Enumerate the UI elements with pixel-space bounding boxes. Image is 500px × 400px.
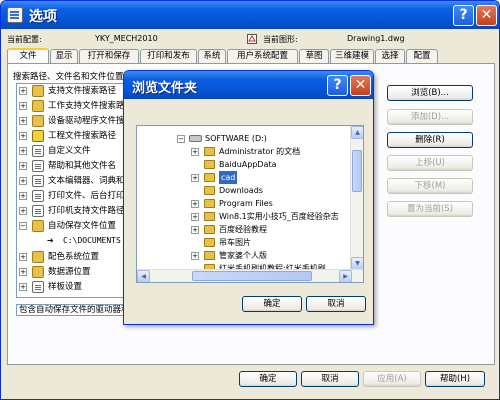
- expand-plus-icon[interactable]: +: [19, 102, 27, 110]
- expand-plus-icon[interactable]: +: [19, 207, 27, 215]
- search-path-label: 搜索路径、文件名和文件位置:: [13, 72, 127, 82]
- tab-profiles[interactable]: 配置: [406, 49, 438, 63]
- expand-plus-icon[interactable]: +: [191, 174, 199, 182]
- expand-plus-icon[interactable]: +: [19, 283, 27, 291]
- printer-file-icon: [32, 205, 44, 217]
- expand-plus-icon[interactable]: +: [19, 132, 27, 140]
- search-path-tree[interactable]: +支持文件搜索路径 +工作支持文件搜索路径 +设备驱动程序文件搜索路径 +工程文…: [16, 83, 128, 298]
- tab-strip: 文件 显示 打开和保存 打印和发布 系统 用户系统配置 草图 三维建模 选择 配…: [7, 48, 495, 63]
- expand-plus-icon[interactable]: +: [19, 268, 27, 276]
- drawing-value: Drawing1.dwg: [347, 34, 405, 43]
- document-icon: [32, 190, 44, 202]
- help-button[interactable]: 帮助(H): [425, 371, 485, 387]
- browse-folder-dialog: 浏览文件夹 ? ✕ − SOFTWARE (D:) + Administrator…: [123, 70, 374, 325]
- tab-system[interactable]: 系统: [198, 49, 226, 63]
- cancel-button[interactable]: 取消: [301, 371, 359, 387]
- dialog-title-bar: 浏览文件夹 ? ✕: [124, 71, 373, 99]
- document-icon: [32, 145, 44, 157]
- document-icon: [32, 281, 44, 293]
- tab-open-save[interactable]: 打开和保存: [79, 49, 139, 63]
- folder-icon: [32, 220, 44, 232]
- help-caption-button[interactable]: ?: [453, 5, 474, 26]
- folder-icon: [32, 85, 44, 97]
- horizontal-scrollbar[interactable]: ◀ ▶: [137, 269, 363, 282]
- collapse-minus-icon[interactable]: −: [177, 135, 185, 143]
- window-title: 选项: [29, 9, 57, 25]
- folder-icon: [204, 173, 215, 182]
- folder-icon: [204, 160, 215, 169]
- tab-files[interactable]: 文件: [7, 48, 49, 63]
- folder-icon: [32, 251, 44, 263]
- tab-3d-modeling[interactable]: 三维建模: [330, 49, 374, 63]
- dialog-help-button[interactable]: ?: [327, 75, 348, 96]
- set-current-button[interactable]: 置为当前(S): [387, 201, 473, 217]
- expand-plus-icon[interactable]: +: [19, 162, 27, 170]
- expand-plus-icon[interactable]: +: [19, 117, 27, 125]
- folder-icon: [204, 212, 215, 221]
- apply-button[interactable]: 应用(A): [363, 371, 421, 387]
- expand-plus-icon[interactable]: +: [19, 253, 27, 261]
- expand-plus-icon[interactable]: +: [191, 148, 199, 156]
- folder-tree[interactable]: − SOFTWARE (D:) + Administrator 的文档 Baidu…: [136, 125, 364, 283]
- expand-plus-icon[interactable]: +: [19, 147, 27, 155]
- description-box: 包含自动保存文件的驱动器和文件夹: [16, 304, 128, 316]
- document-icon: [32, 175, 44, 187]
- delete-button[interactable]: 删除(R): [387, 132, 473, 148]
- profile-row: 当前配置: YKY_MECH2010 当前图形: Drawing1.dwg: [7, 34, 495, 46]
- expand-plus-icon[interactable]: +: [19, 177, 27, 185]
- drive-icon: [189, 135, 202, 142]
- tab-selection[interactable]: 选择: [375, 49, 405, 63]
- arrow-right-icon: ➔: [47, 236, 54, 245]
- expand-plus-icon[interactable]: +: [191, 226, 199, 234]
- folder-icon: [204, 238, 215, 247]
- profile-value: YKY_MECH2010: [95, 34, 158, 43]
- folder-icon: [204, 147, 215, 156]
- collapse-minus-icon[interactable]: −: [19, 222, 27, 230]
- folder-icon: [204, 186, 215, 195]
- expand-plus-icon[interactable]: +: [191, 252, 199, 260]
- horizontal-scroll-thumb[interactable]: [192, 271, 312, 281]
- tab-plot-publish[interactable]: 打印和发布: [140, 49, 197, 63]
- folder-icon: [204, 251, 215, 260]
- expand-plus-icon[interactable]: +: [19, 87, 27, 95]
- title-bar: 选项 ? ✕: [1, 1, 499, 29]
- vertical-scrollbar[interactable]: ▲ ▼: [350, 126, 363, 270]
- vertical-scroll-thumb[interactable]: [352, 150, 362, 192]
- dialog-ok-button[interactable]: 确定: [242, 296, 302, 312]
- drawing-icon: [247, 34, 257, 46]
- folder-icon: [204, 199, 215, 208]
- tab-drafting[interactable]: 草图: [299, 49, 329, 63]
- scroll-up-arrow-icon[interactable]: ▲: [351, 126, 363, 139]
- dialog-cancel-button[interactable]: 取消: [306, 296, 366, 312]
- scroll-right-arrow-icon[interactable]: ▶: [339, 270, 352, 282]
- options-app-icon: [7, 7, 23, 23]
- folder-icon: [32, 100, 44, 112]
- scroll-left-arrow-icon[interactable]: ◀: [137, 270, 150, 282]
- tab-display[interactable]: 显示: [50, 49, 78, 63]
- add-button[interactable]: 添加(D)...: [387, 109, 473, 125]
- expand-plus-icon[interactable]: +: [19, 192, 27, 200]
- move-down-button[interactable]: 下移(M): [387, 178, 473, 194]
- folder-icon: [32, 266, 44, 278]
- tab-user-preferences[interactable]: 用户系统配置: [227, 49, 298, 63]
- expand-plus-icon[interactable]: +: [191, 200, 199, 208]
- dialog-title: 浏览文件夹: [132, 81, 198, 96]
- folder-icon: [32, 115, 44, 127]
- expand-plus-icon[interactable]: +: [191, 213, 199, 221]
- browse-button[interactable]: 浏览(B)...: [387, 85, 473, 101]
- profile-label: 当前配置:: [7, 35, 42, 44]
- dialog-close-button[interactable]: ✕: [350, 75, 371, 96]
- document-icon: [32, 160, 44, 172]
- project-icon: [32, 130, 44, 142]
- folder-icon: [204, 225, 215, 234]
- ok-button[interactable]: 确定: [239, 371, 297, 387]
- move-up-button[interactable]: 上移(U): [387, 155, 473, 171]
- close-button[interactable]: ✕: [476, 5, 497, 26]
- drawing-label: 当前图形:: [263, 35, 298, 44]
